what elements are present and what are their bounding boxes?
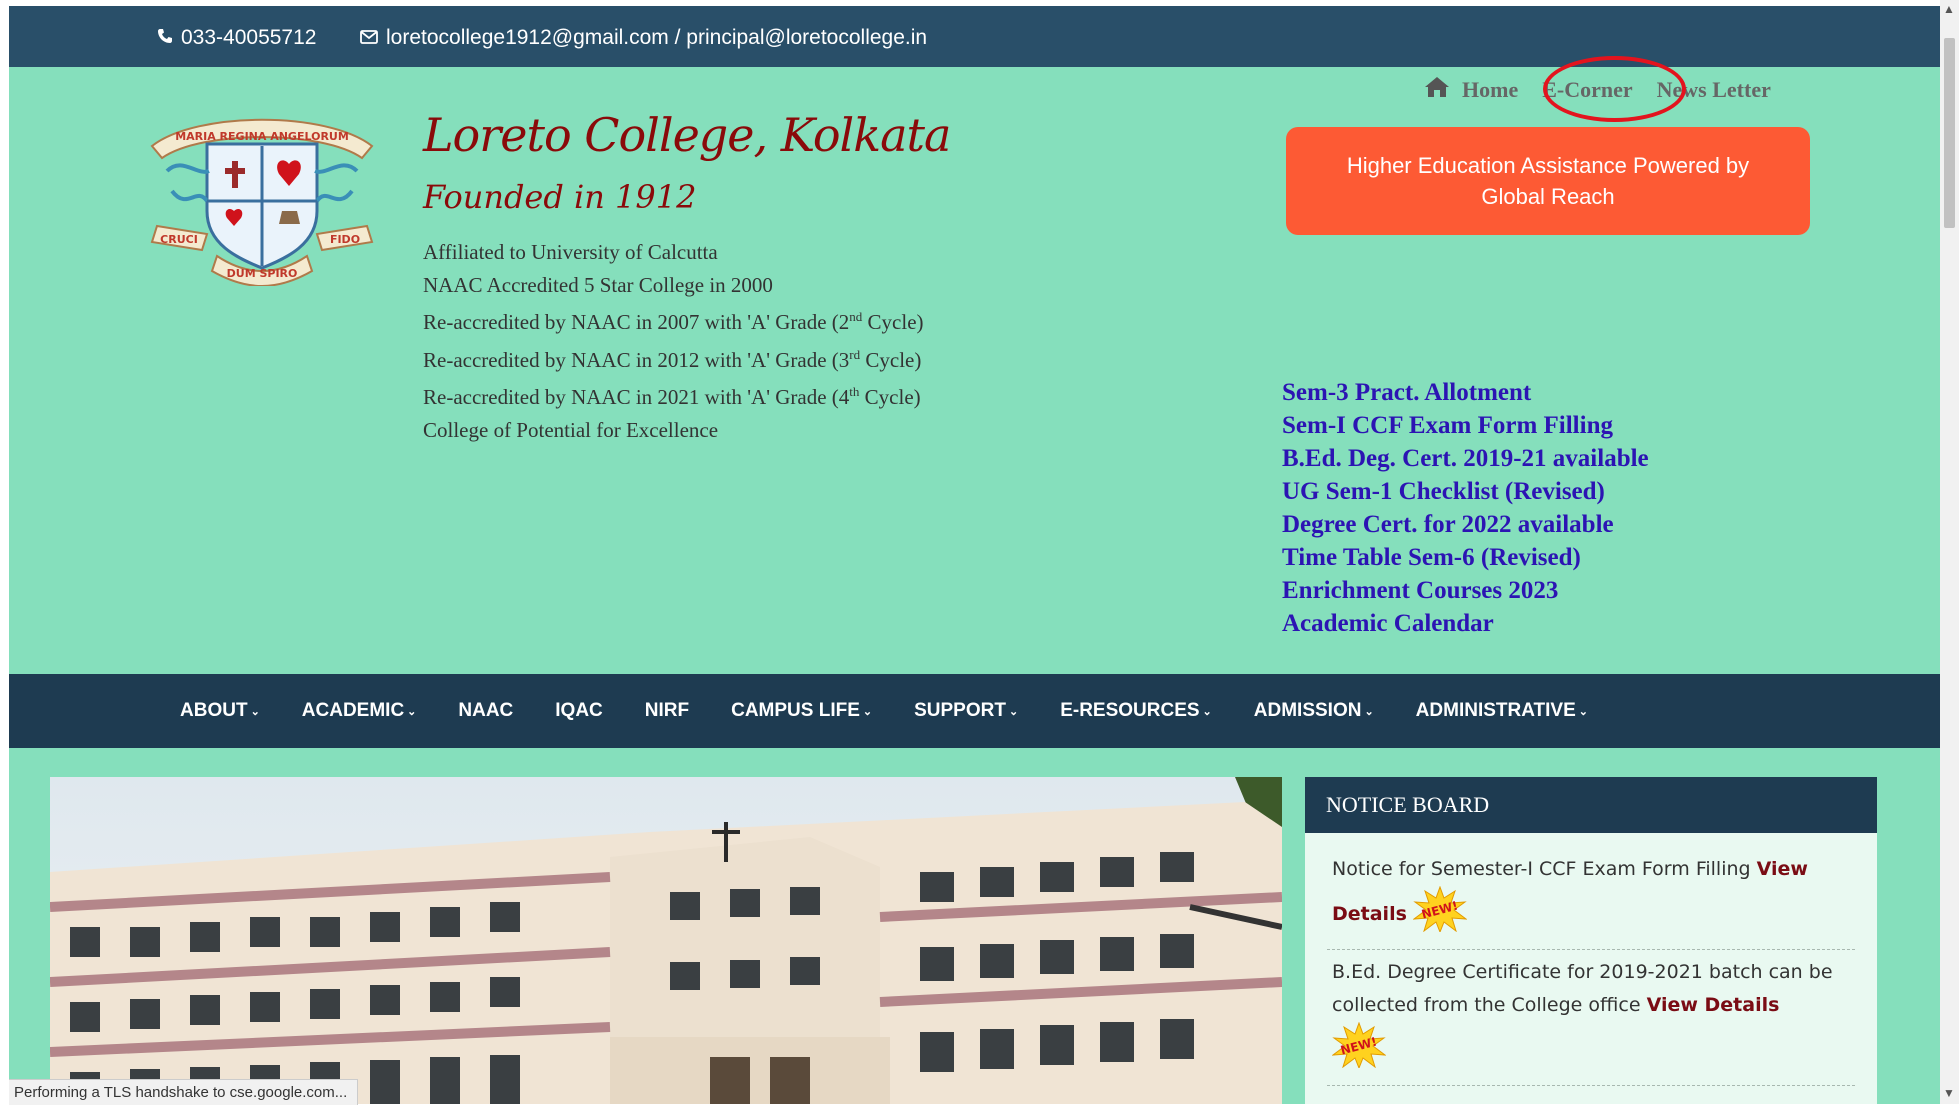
nav-iqac[interactable]: IQAC <box>555 700 603 722</box>
college-building-photo <box>50 777 1282 1104</box>
email-addresses: loretocollege1912@gmail.com / principal@… <box>386 26 928 49</box>
email-contact[interactable]: loretocollege1912@gmail.com / principal@… <box>360 26 927 50</box>
newsletter-link[interactable]: News Letter <box>1657 77 1771 103</box>
svg-text:DUM SPIRO: DUM SPIRO <box>227 267 298 280</box>
chevron-down-icon: ⌄ <box>407 705 417 718</box>
news-links: Sem-3 Pract. Allotment Sem-I CCF Exam Fo… <box>1282 376 1649 640</box>
scroll-up-arrow-icon[interactable]: ▲ <box>1943 2 1955 16</box>
notice-board-title: NOTICE BOARD <box>1305 777 1877 833</box>
page: 033-40055712 loretocollege1912@gmail.com… <box>9 6 1940 1104</box>
college-logo[interactable]: MARIA REGINA ANGELORUM CRUCI FIDO DUM SP… <box>137 116 387 287</box>
nav-e-resources[interactable]: E-RESOURCES ⌄ <box>1060 700 1212 722</box>
chevron-down-icon: ⌄ <box>250 705 260 718</box>
news-link[interactable]: UG Sem-1 Checklist (Revised) <box>1282 475 1649 508</box>
page-scrollbar[interactable]: ▲ ▼ <box>1940 0 1959 1104</box>
nav-admission[interactable]: ADMISSION ⌄ <box>1254 700 1374 722</box>
notice-divider <box>1327 949 1855 950</box>
chevron-down-icon: ⌄ <box>1008 705 1019 718</box>
chevron-down-icon: ⌄ <box>1364 705 1374 718</box>
news-link[interactable]: Sem-3 Pract. Allotment <box>1282 376 1649 409</box>
quick-links: Home E-Corner News Letter <box>1424 76 1771 104</box>
phone-number: 033-40055712 <box>181 26 317 49</box>
news-link[interactable]: Degree Cert. for 2022 available <box>1282 508 1649 541</box>
notice-item: Notice for Semester-I CCF Exam Form Fill… <box>1305 853 1877 943</box>
view-details-link[interactable]: View Details <box>1647 994 1780 1016</box>
affiliation-list: Affiliated to University of Calcutta NAA… <box>423 236 924 446</box>
news-link[interactable]: Enrichment Courses 2023 <box>1282 574 1649 607</box>
ecorner-link[interactable]: E-Corner <box>1542 77 1632 103</box>
affiliation-line: Re-accredited by NAAC in 2007 with 'A' G… <box>423 309 924 334</box>
nav-support[interactable]: SUPPORT ⌄ <box>914 700 1018 722</box>
ecorner-link-label: E-Corner <box>1542 77 1633 102</box>
nav-administrative[interactable]: ADMINISTRATIVE ⌄ <box>1416 700 1588 722</box>
home-link[interactable]: Home <box>1424 76 1518 104</box>
college-title: Loreto College, Kolkata <box>423 108 951 162</box>
founded-text: Founded in 1912 <box>423 178 697 216</box>
svg-text:MARIA REGINA ANGELORUM: MARIA REGINA ANGELORUM <box>175 130 349 143</box>
nav-academic[interactable]: ACADEMIC ⌄ <box>302 700 417 722</box>
envelope-icon <box>360 26 378 50</box>
news-link[interactable]: Time Table Sem-6 (Revised) <box>1282 541 1649 574</box>
chevron-down-icon: ⌄ <box>1202 705 1212 718</box>
affiliation-line: Affiliated to University of Calcutta <box>423 240 718 264</box>
new-badge-icon: NEW! <box>1412 885 1468 943</box>
new-badge-icon: NEW! <box>1331 1021 1387 1079</box>
higher-education-assistance-button[interactable]: Higher Education Assistance Powered by G… <box>1286 127 1810 235</box>
phone-icon <box>157 26 173 50</box>
browser-status-bar: Performing a TLS handshake to cse.google… <box>9 1079 359 1105</box>
nav-naac[interactable]: NAAC <box>458 700 513 722</box>
scroll-down-arrow-icon[interactable]: ▼ <box>1943 1086 1955 1100</box>
newsletter-link-label: News Letter <box>1656 77 1771 102</box>
top-contact-bar: 033-40055712 loretocollege1912@gmail.com… <box>9 6 1940 67</box>
main-navigation: ABOUT ⌄ ACADEMIC ⌄ NAAC IQAC NIRF CAMPUS L… <box>9 674 1940 748</box>
home-link-label: Home <box>1462 77 1519 102</box>
nav-nirf[interactable]: NIRF <box>645 700 689 722</box>
chevron-down-icon: ⌄ <box>862 705 873 718</box>
affiliation-line: NAAC Accredited 5 Star College in 2000 <box>423 272 773 297</box>
phone-contact[interactable]: 033-40055712 <box>157 26 316 50</box>
svg-text:CRUCI: CRUCI <box>160 233 198 246</box>
news-link[interactable]: Sem-I CCF Exam Form Filling <box>1282 409 1649 442</box>
chevron-down-icon: ⌄ <box>1578 705 1588 718</box>
svg-text:FIDO: FIDO <box>330 233 360 246</box>
nav-campus-life[interactable]: CAMPUS LIFE ⌄ <box>731 700 872 722</box>
affiliation-line: Re-accredited by NAAC in 2021 with 'A' G… <box>423 384 921 409</box>
news-link[interactable]: Academic Calendar <box>1282 607 1649 640</box>
notice-divider <box>1327 1085 1855 1086</box>
affiliation-line: College of Potential for Excellence <box>423 417 719 442</box>
news-link[interactable]: B.Ed. Deg. Cert. 2019-21 available <box>1282 442 1649 475</box>
notice-board: NOTICE BOARD Notice for Semester-I CCF E… <box>1305 777 1877 1104</box>
nav-about[interactable]: ABOUT ⌄ <box>180 700 260 722</box>
home-icon <box>1424 76 1450 104</box>
scrollbar-thumb[interactable] <box>1944 38 1955 228</box>
notice-item: B.Ed. Degree Certificate for 2019-2021 b… <box>1305 956 1877 1079</box>
affiliation-line: Re-accredited by NAAC in 2012 with 'A' G… <box>423 346 922 372</box>
